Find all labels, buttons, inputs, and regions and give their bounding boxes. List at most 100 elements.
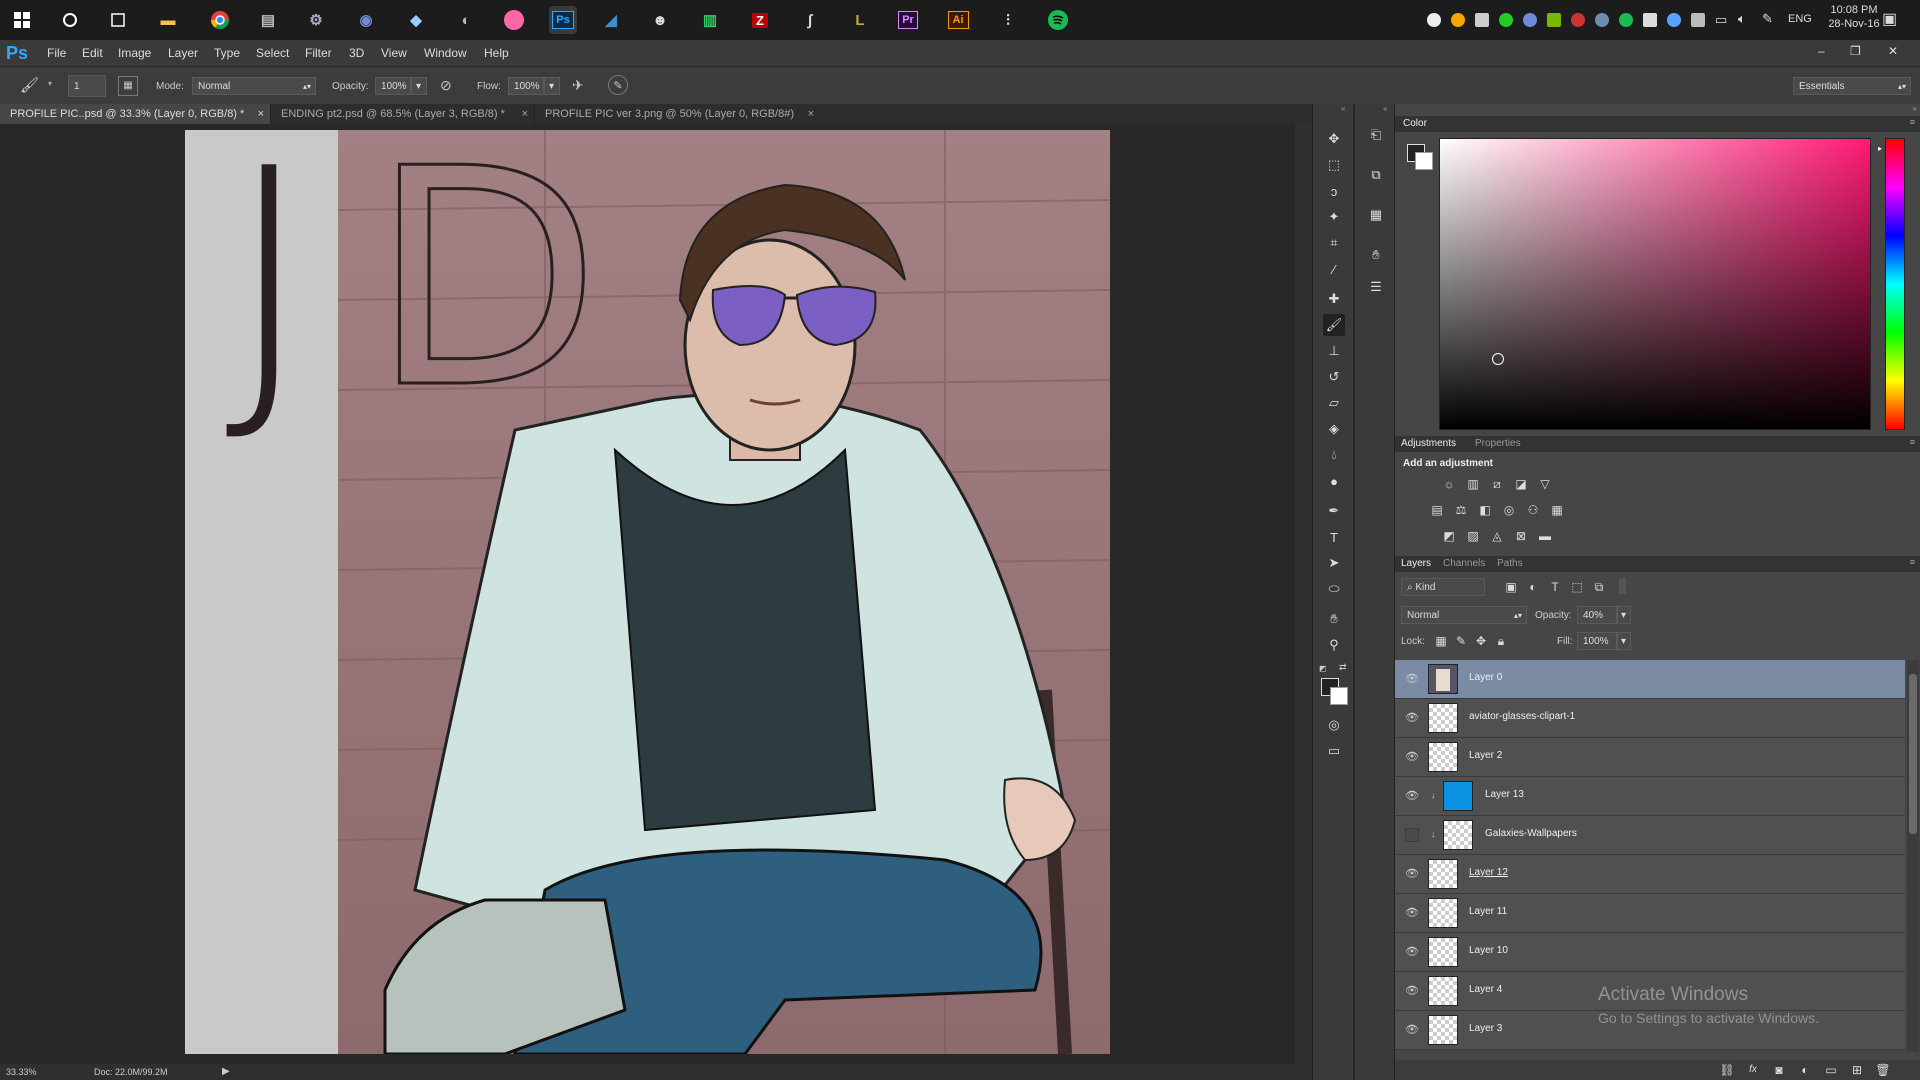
pressure-size-icon[interactable]: ✎ <box>608 75 628 95</box>
tray-pen-icon[interactable]: ✎ <box>1762 11 1773 27</box>
layer-name[interactable]: Layer 0 <box>1469 672 1502 683</box>
spotify-icon[interactable] <box>1044 6 1072 34</box>
visibility-eye-icon[interactable]: 👁︎ <box>1405 1023 1419 1037</box>
menu-layer[interactable]: Layer <box>168 46 198 60</box>
vpn-app-icon[interactable]: ◢ <box>597 6 625 34</box>
layer-name[interactable]: Layer 2 <box>1469 750 1502 761</box>
action-center-icon[interactable]: ▣ <box>1882 9 1897 29</box>
league-app-icon[interactable]: L <box>846 6 874 34</box>
visibility-eye-icon[interactable]: 👁︎ <box>1405 750 1419 764</box>
visibility-toggle-hidden[interactable] <box>1405 828 1419 842</box>
collapse-panels-icon[interactable]: » <box>1913 104 1917 113</box>
layer-row[interactable]: 👁︎ Layer 12 <box>1395 855 1905 894</box>
tab-profile-pic-psd[interactable]: PROFILE PIC..psd @ 33.3% (Layer 0, RGB/8… <box>0 104 270 124</box>
layer-name[interactable]: Layer 12 <box>1469 867 1508 878</box>
layers-scrollbar-thumb[interactable] <box>1909 674 1917 834</box>
photoshop-icon[interactable]: Ps <box>549 6 577 34</box>
gradient-map-icon[interactable]: ▬ <box>1537 528 1553 544</box>
layer-name[interactable]: aviator-glasses-clipart-1 <box>1469 711 1575 722</box>
tab-color[interactable]: Color <box>1403 118 1427 129</box>
tray-nvidia-icon[interactable] <box>1547 13 1561 27</box>
color-field[interactable] <box>1439 138 1871 430</box>
cortana-icon[interactable] <box>56 6 84 34</box>
screen-mode-icon[interactable]: ▭ <box>1323 740 1345 762</box>
path-selection-tool-icon[interactable]: ➤ <box>1323 552 1345 574</box>
opacity-slider-toggle[interactable]: ▾ <box>411 77 427 95</box>
flow-input[interactable]: 100% <box>508 77 544 95</box>
clone-stamp-tool-icon[interactable]: ⊥ <box>1323 340 1345 362</box>
filter-toggle[interactable] <box>1619 578 1626 594</box>
menu-3d[interactable]: 3D <box>349 46 364 60</box>
menu-window[interactable]: Window <box>424 46 467 60</box>
brightness-contrast-icon[interactable]: ☼ <box>1441 476 1457 492</box>
opacity-input[interactable]: 100% <box>375 77 411 95</box>
invert-icon[interactable]: ◩ <box>1441 528 1457 544</box>
pressure-opacity-icon[interactable]: ⊘ <box>440 77 452 94</box>
panel-menu-icon[interactable]: ≡ <box>1910 557 1915 567</box>
color-balance-icon[interactable]: ⚖ <box>1453 502 1469 518</box>
blend-mode-dropdown[interactable]: Normal ▴▾ <box>1401 606 1527 624</box>
menu-filter[interactable]: Filter <box>305 46 332 60</box>
collapse-dock-icon[interactable]: « <box>1383 104 1387 113</box>
layer-row[interactable]: 👁︎ ↓ Layer 13 <box>1395 777 1905 816</box>
visibility-eye-icon[interactable]: 👁︎ <box>1405 906 1419 920</box>
close-button[interactable]: ✕ <box>1888 44 1898 58</box>
menu-view[interactable]: View <box>381 46 407 60</box>
close-icon[interactable]: × <box>522 104 528 124</box>
brush-tool-icon[interactable]: 🖌︎ <box>1323 314 1345 336</box>
exposure-icon[interactable]: ◪ <box>1513 476 1529 492</box>
properties-panel-icon[interactable]: ⧉ <box>1365 164 1387 186</box>
menu-file[interactable]: File <box>47 46 66 60</box>
visibility-eye-icon[interactable]: 👁︎ <box>1405 945 1419 959</box>
layer-filter-dropdown[interactable]: ⌕ Kind <box>1401 578 1485 596</box>
tab-layers[interactable]: Layers <box>1401 558 1431 569</box>
move-tool-icon[interactable]: ✥ <box>1323 128 1345 150</box>
layer-row[interactable]: 👁︎ Layer 2 <box>1395 738 1905 777</box>
python-app-icon[interactable]: ∫ <box>796 6 824 34</box>
tray-app-icon[interactable] <box>1643 13 1657 27</box>
close-icon[interactable]: × <box>808 104 814 124</box>
levels-icon[interactable]: ▥ <box>1465 476 1481 492</box>
chrome-icon[interactable] <box>206 6 234 34</box>
layers-scrollbar[interactable] <box>1907 660 1919 1052</box>
threshold-icon[interactable]: ◬ <box>1489 528 1505 544</box>
music-app-icon[interactable]: ▥ <box>696 6 724 34</box>
visibility-eye-icon[interactable]: 👁︎ <box>1405 711 1419 725</box>
tray-steam-icon[interactable] <box>1595 13 1609 27</box>
posterize-icon[interactable]: ▨ <box>1465 528 1481 544</box>
crop-tool-icon[interactable]: ⌗ <box>1323 232 1345 254</box>
tray-app-icon[interactable] <box>1451 13 1465 27</box>
tray-volume-icon[interactable]: 🔈︎ <box>1738 11 1746 27</box>
canvas-scrollbar[interactable] <box>1295 124 1312 1064</box>
layer-name[interactable]: Galaxies-Wallpapers <box>1485 828 1577 839</box>
document-canvas[interactable]: J D <box>185 130 1110 1054</box>
new-layer-icon[interactable]: ⊞ <box>1849 1062 1865 1078</box>
filter-pixel-icon[interactable]: ▣ <box>1503 579 1519 595</box>
hue-saturation-icon[interactable]: ▤ <box>1429 502 1445 518</box>
filezilla-icon[interactable]: Z <box>746 6 774 34</box>
layer-style-icon[interactable]: fx <box>1745 1062 1761 1078</box>
lock-pixels-icon[interactable]: ✎ <box>1453 633 1469 649</box>
tray-app-icon[interactable] <box>1667 13 1681 27</box>
tab-ending-pt2[interactable]: ENDING pt2.psd @ 68.5% (Layer 3, RGB/8) … <box>270 104 534 124</box>
channel-mixer-icon[interactable]: ⚇ <box>1525 502 1541 518</box>
notes-app-icon[interactable]: ◆ <box>402 6 430 34</box>
type-tool-icon[interactable]: T <box>1323 526 1345 548</box>
hue-slider-handle-icon[interactable]: ▸ <box>1878 144 1882 153</box>
ellipse-tool-icon[interactable]: ⬭ <box>1323 578 1345 600</box>
lock-all-icon[interactable]: 🔒︎ <box>1493 633 1509 649</box>
tray-app-icon[interactable] <box>1475 13 1489 27</box>
tray-app-icon[interactable] <box>1571 13 1585 27</box>
minimize-button[interactable]: – <box>1818 44 1825 58</box>
tray-clock[interactable]: 10:08 PM 28-Nov-16 <box>1822 4 1886 30</box>
premiere-icon[interactable]: Pr <box>894 6 922 34</box>
visibility-eye-icon[interactable]: 👁︎ <box>1405 789 1419 803</box>
filter-type-icon[interactable]: T <box>1547 579 1563 595</box>
color-picker-cursor[interactable] <box>1492 353 1504 365</box>
lock-position-icon[interactable]: ✥ <box>1473 633 1489 649</box>
color-background-swatch[interactable] <box>1415 152 1433 170</box>
healing-brush-tool-icon[interactable]: ✚ <box>1323 288 1345 310</box>
blur-tool-icon[interactable]: 💧︎ <box>1323 444 1345 466</box>
swap-colors-icon[interactable]: ⇄ <box>1339 662 1347 673</box>
menu-help[interactable]: Help <box>484 46 509 60</box>
